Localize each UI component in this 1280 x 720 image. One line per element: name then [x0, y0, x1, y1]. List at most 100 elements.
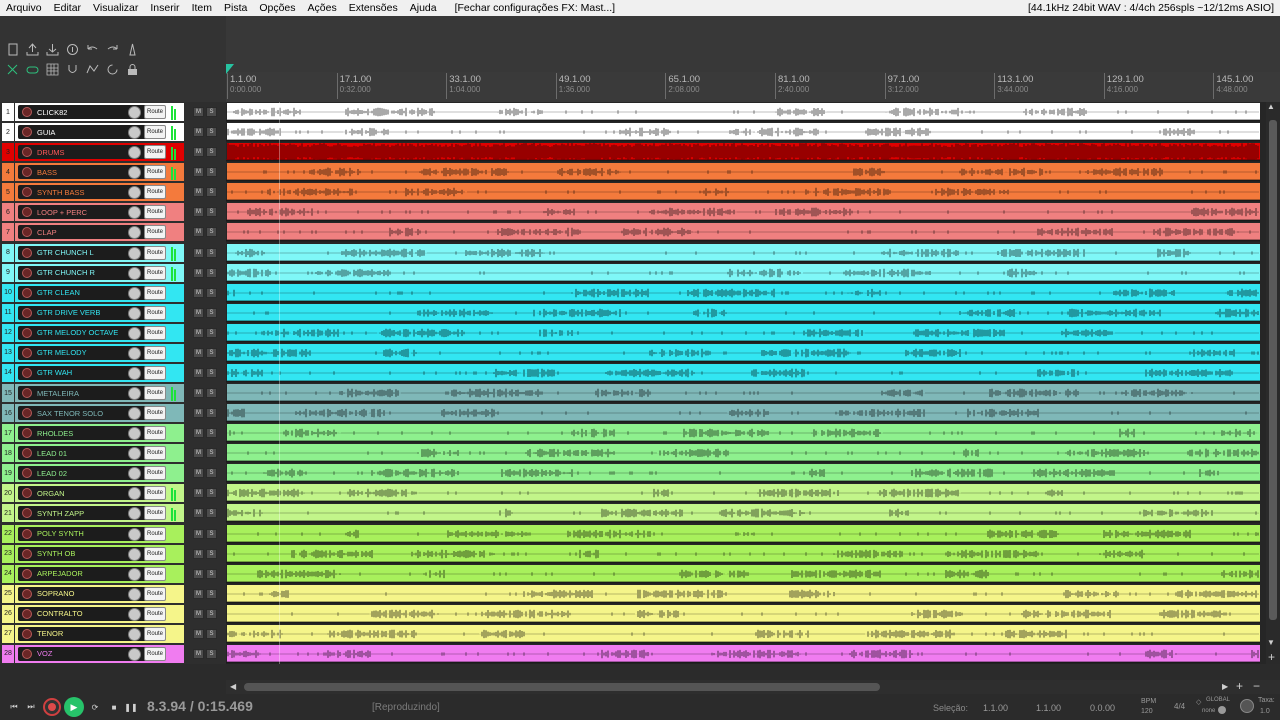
track-header[interactable]: 28 VOZ Route M S [0, 644, 226, 664]
solo-button[interactable]: S [206, 327, 217, 338]
menu-inserir[interactable]: Inserir [144, 0, 185, 16]
solo-button[interactable]: S [206, 548, 217, 559]
track-header[interactable]: 11 GTR DRIVE VERB Route M S [0, 303, 226, 323]
volume-knob[interactable] [128, 447, 141, 461]
track-name-box[interactable]: RHOLDES [18, 426, 154, 441]
track-header[interactable]: 19 LEAD 02 Route M S [0, 463, 226, 483]
track-name[interactable]: SAX TENOR SOLO [37, 406, 103, 420]
record-arm-button[interactable] [22, 287, 32, 298]
track-name-box[interactable]: GTR CHUNCH L [18, 245, 154, 260]
horizontal-scroll-thumb[interactable] [244, 683, 880, 691]
route-button[interactable]: Route [144, 646, 166, 661]
track-number[interactable]: 27 [2, 624, 14, 643]
mute-button[interactable]: M [193, 648, 204, 659]
track-header[interactable]: 27 TENOR Route M S [0, 624, 226, 644]
scroll-down-icon[interactable]: ▼ [1267, 638, 1275, 647]
track-number[interactable]: 2 [2, 123, 14, 142]
mute-button[interactable]: M [193, 588, 204, 599]
track-name[interactable]: CLAP [37, 225, 57, 239]
mute-button[interactable]: M [193, 548, 204, 559]
route-button[interactable]: Route [144, 486, 166, 501]
track-header[interactable]: 5 SYNTH BASS Route M S [0, 182, 226, 202]
track-body[interactable]: SAX TENOR SOLO Route [15, 404, 184, 423]
solo-button[interactable]: S [206, 528, 217, 539]
volume-knob[interactable] [128, 266, 141, 280]
vertical-scrollbar[interactable] [1266, 102, 1280, 664]
track-header[interactable]: 10 GTR CLEAN Route M S [0, 283, 226, 303]
track-lane[interactable] [226, 503, 1260, 523]
track-number[interactable]: 9 [2, 263, 14, 282]
scroll-left-icon[interactable]: ◀ [230, 682, 236, 691]
record-arm-button[interactable] [22, 408, 32, 419]
record-arm-button[interactable] [22, 508, 32, 519]
track-lane[interactable] [226, 222, 1260, 242]
bpm-value[interactable]: 120 [1141, 708, 1153, 715]
record-arm-button[interactable] [22, 227, 32, 238]
track-number[interactable]: 20 [2, 484, 14, 503]
track-lane[interactable] [226, 182, 1260, 202]
track-name-box[interactable]: POLY SYNTH [18, 526, 154, 541]
track-body[interactable]: GTR CHUNCH L Route [15, 243, 184, 262]
track-name-box[interactable]: SYNTH ZAPP [18, 506, 154, 521]
track-header[interactable]: 9 GTR CHUNCH R Route M S [0, 263, 226, 283]
track-lane[interactable] [226, 142, 1260, 162]
track-name[interactable]: SYNTH ZAPP [37, 506, 84, 520]
volume-knob[interactable] [128, 166, 141, 180]
track-number[interactable]: 24 [2, 564, 14, 583]
track-body[interactable]: POLY SYNTH Route [15, 524, 184, 543]
track-name[interactable]: CONTRALTO [37, 607, 83, 621]
mute-button[interactable]: M [193, 247, 204, 258]
track-lane[interactable] [226, 323, 1260, 343]
track-name[interactable]: GTR CHUNCH L [37, 246, 94, 260]
track-header[interactable]: 2 GUIA Route M S [0, 122, 226, 142]
go-to-start-button[interactable]: ⏮ [6, 699, 22, 715]
track-header[interactable]: 7 CLAP Route M S [0, 222, 226, 242]
route-button[interactable]: Route [144, 566, 166, 581]
route-button[interactable]: Route [144, 305, 166, 320]
mute-button[interactable]: M [193, 408, 204, 419]
track-header[interactable]: 15 METALEIRA Route M S [0, 383, 226, 403]
volume-knob[interactable] [128, 467, 141, 481]
route-button[interactable]: Route [144, 365, 166, 380]
solo-button[interactable]: S [206, 127, 217, 138]
solo-button[interactable]: S [206, 508, 217, 519]
track-number[interactable]: 21 [2, 504, 14, 523]
track-lane[interactable] [226, 524, 1260, 544]
track-lane[interactable] [226, 303, 1260, 323]
scroll-up-icon[interactable]: ▲ [1267, 102, 1275, 111]
loop-icon[interactable] [24, 62, 40, 77]
track-name-box[interactable]: DRUMS [18, 145, 154, 160]
track-name[interactable]: GTR CLEAN [37, 286, 80, 300]
route-button[interactable]: Route [144, 325, 166, 340]
track-name-box[interactable]: CONTRALTO [18, 606, 154, 621]
track-name-box[interactable]: BASS [18, 165, 154, 180]
volume-knob[interactable] [128, 206, 141, 220]
route-button[interactable]: Route [144, 245, 166, 260]
track-header[interactable]: 18 LEAD 01 Route M S [0, 443, 226, 463]
mute-button[interactable]: M [193, 327, 204, 338]
route-button[interactable]: Route [144, 265, 166, 280]
route-button[interactable]: Route [144, 285, 166, 300]
volume-knob[interactable] [128, 427, 141, 441]
volume-knob[interactable] [128, 567, 141, 581]
undo-icon[interactable] [84, 42, 100, 57]
track-lane[interactable] [226, 383, 1260, 403]
route-button[interactable]: Route [144, 386, 166, 401]
track-name[interactable]: LEAD 01 [37, 446, 67, 460]
solo-button[interactable]: S [206, 568, 217, 579]
menu-item[interactable]: Item [186, 0, 218, 16]
track-name[interactable]: VOZ [37, 647, 52, 661]
track-name[interactable]: LEAD 02 [37, 466, 67, 480]
track-name-box[interactable]: LEAD 01 [18, 446, 154, 461]
volume-knob[interactable] [128, 487, 141, 501]
global-automation-mode[interactable]: none [1202, 708, 1215, 714]
mute-button[interactable]: M [193, 347, 204, 358]
track-name[interactable]: TENOR [37, 627, 63, 641]
global-automation-label[interactable]: GLOBAL [1206, 697, 1230, 703]
solo-button[interactable]: S [206, 608, 217, 619]
selection-start[interactable]: 1.1.00 [983, 703, 1008, 713]
track-number[interactable]: 18 [2, 444, 14, 463]
time-display[interactable]: 8.3.94 / 0:15.469 [147, 698, 253, 714]
metronome-icon[interactable] [124, 42, 140, 57]
solo-button[interactable]: S [206, 468, 217, 479]
